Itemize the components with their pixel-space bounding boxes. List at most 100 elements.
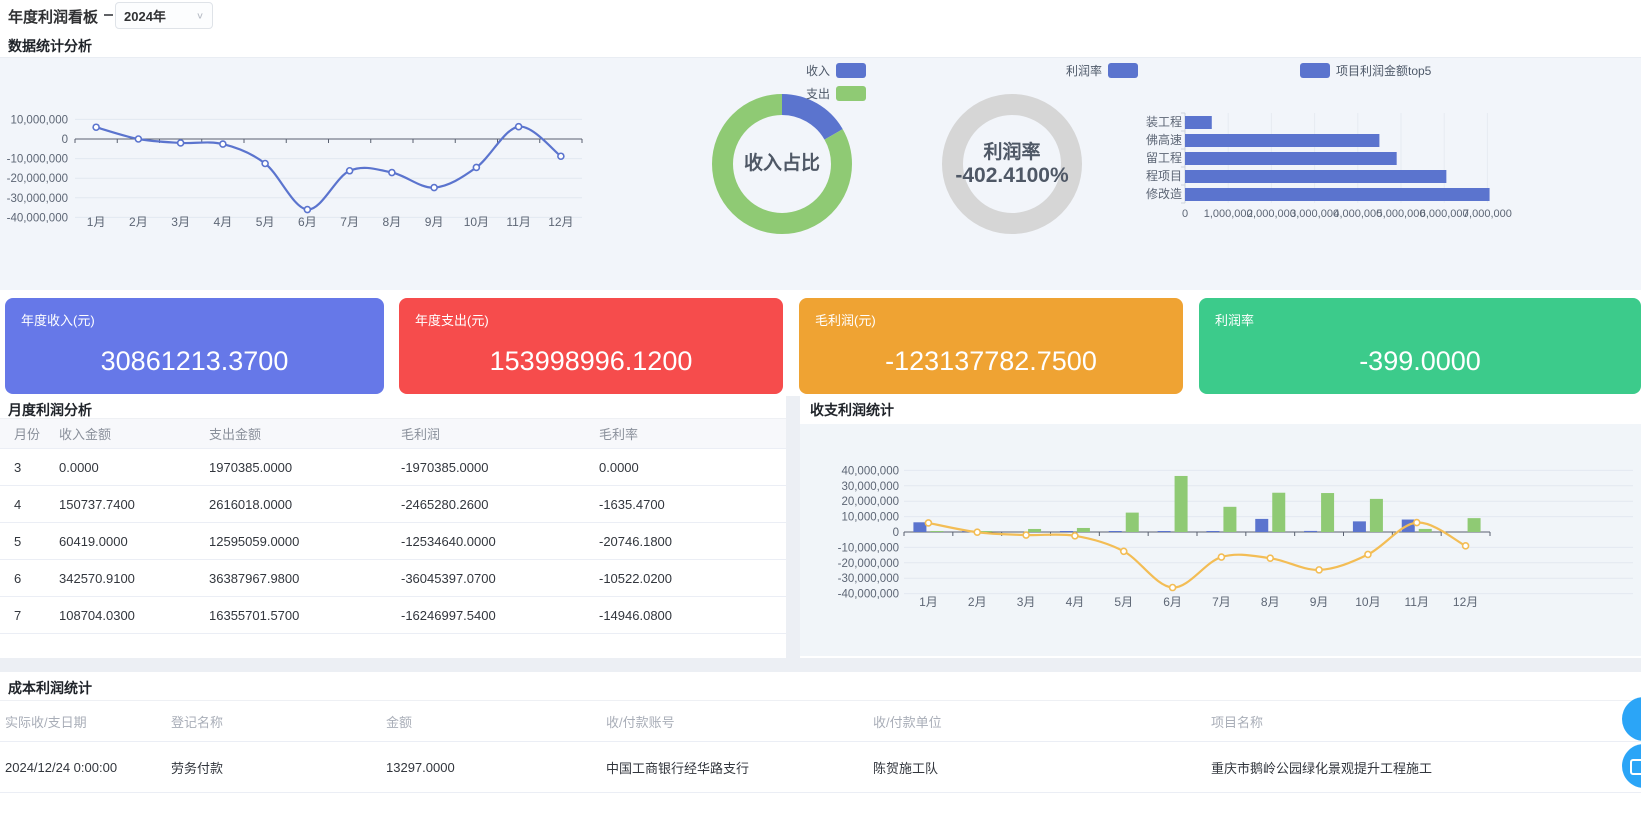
svg-text:6,000,000: 6,000,000: [1420, 208, 1469, 220]
svg-text:9月: 9月: [425, 215, 444, 229]
table-row: 6342570.910036387967.9800-36045397.0700-…: [0, 560, 786, 597]
col-account: 收/付款账号: [605, 701, 872, 742]
section-title-monthly: 月度利润分析: [8, 400, 92, 420]
svg-text:-40,000,000: -40,000,000: [838, 589, 899, 601]
panel-gap-horizontal: [0, 658, 1641, 672]
legend-income-swatch: [836, 63, 866, 78]
col-date: 实际收/支日期: [0, 701, 170, 742]
svg-text:1月: 1月: [87, 215, 106, 229]
kpi-card-annual-income: 年度收入(元) 30861213.3700: [5, 298, 384, 394]
svg-text:7,000,000: 7,000,000: [1463, 208, 1512, 220]
year-select-value: 2024年: [124, 6, 166, 25]
svg-text:11月: 11月: [506, 215, 530, 229]
svg-text:4月: 4月: [1066, 595, 1085, 609]
monthly-profit-table: 月份 收入金额 支出金额 毛利润 毛利率 30.00001970385.0000…: [0, 418, 786, 634]
kpi-income-value: 30861213.3700: [5, 346, 384, 377]
col-gross-rate: 毛利率: [598, 419, 786, 449]
bar-category-label: 程项目: [1132, 168, 1182, 184]
income-expense-legend: 收入 支出: [806, 62, 866, 102]
svg-text:10,000,000: 10,000,000: [841, 512, 899, 524]
svg-text:0: 0: [1182, 208, 1188, 220]
svg-text:1月: 1月: [919, 595, 938, 609]
cost-table-header-row: 实际收/支日期 登记名称 金额 收/付款账号 收/付款单位 项目名称: [0, 701, 1641, 742]
section-title-balance: 收支利润统计: [810, 400, 894, 420]
kpi-rate-label: 利润率: [1215, 310, 1254, 329]
kpi-card-annual-expense: 年度支出(元) 153998996.1200: [399, 298, 783, 394]
bar-category-label: 留工程: [1132, 150, 1182, 166]
svg-text:10月: 10月: [1355, 595, 1380, 609]
svg-text:6月: 6月: [298, 215, 317, 229]
kpi-expense-label: 年度支出(元): [415, 310, 489, 329]
kpi-card-profit-rate: 利润率 -399.0000: [1199, 298, 1641, 394]
kpi-expense-value: 153998996.1200: [399, 346, 783, 377]
svg-text:5月: 5月: [256, 215, 275, 229]
col-register-name: 登记名称: [170, 701, 385, 742]
panel-gap-vertical: [786, 396, 800, 658]
col-gross-profit: 毛利润: [400, 419, 598, 449]
legend-expense-swatch: [836, 86, 866, 101]
bar-category-label: 修改造: [1132, 186, 1182, 202]
kpi-gross-value: -123137782.7500: [799, 346, 1183, 377]
legend-item-income[interactable]: 收入: [806, 62, 866, 79]
svg-text:5月: 5月: [1114, 595, 1133, 609]
svg-text:10,000,000: 10,000,000: [10, 114, 68, 126]
title-divider-dash: [104, 14, 113, 16]
col-income: 收入金额: [58, 419, 208, 449]
section-title-stats: 数据统计分析: [8, 36, 92, 56]
table-row: 7108704.030016355701.5700-16246997.5400-…: [0, 597, 786, 634]
project-profit-top5-bar-chart: 01,000,0002,000,0003,000,0004,000,0005,0…: [1128, 80, 1640, 230]
svg-text:4月: 4月: [214, 215, 233, 229]
table-row: 4150737.74002616018.0000-2465280.2600-16…: [0, 486, 786, 523]
svg-text:3月: 3月: [1017, 595, 1036, 609]
legend-item-expense[interactable]: 支出: [806, 85, 866, 102]
col-project-name: 项目名称: [1210, 701, 1641, 742]
svg-text:11月: 11月: [1405, 595, 1429, 609]
kpi-rate-value: -399.0000: [1199, 346, 1641, 377]
svg-text:1,000,000: 1,000,000: [1204, 208, 1253, 220]
col-month: 月份: [0, 419, 58, 449]
legend-expense-label: 支出: [806, 85, 830, 102]
kpi-income-label: 年度收入(元): [21, 310, 95, 329]
svg-text:8月: 8月: [383, 215, 402, 229]
profit-rate-legend: 利润率: [1066, 62, 1138, 79]
legend-profit-rate-swatch: [1108, 63, 1138, 78]
svg-text:6月: 6月: [1163, 595, 1182, 609]
legend-income-label: 收入: [806, 62, 830, 79]
svg-text:-10,000,000: -10,000,000: [838, 542, 899, 554]
svg-text:3,000,000: 3,000,000: [1290, 208, 1339, 220]
legend-item-top5[interactable]: 项目利润金额top5: [1300, 62, 1431, 79]
legend-item-profit-rate[interactable]: 利润率: [1066, 62, 1138, 79]
svg-text:10月: 10月: [464, 215, 489, 229]
monthly-profit-panel: 月度利润分析 月份 收入金额 支出金额 毛利润 毛利率 30.000019703…: [0, 396, 786, 658]
year-select[interactable]: 2024年 ∨: [115, 2, 213, 29]
svg-text:7月: 7月: [340, 215, 359, 229]
col-amount: 金额: [385, 701, 605, 742]
feedback-form-icon: [1630, 759, 1641, 775]
legend-profit-rate-label: 利润率: [1066, 62, 1102, 79]
table-row: 2024/12/24 0:00:00 劳务付款 13297.0000 中国工商银…: [0, 742, 1641, 793]
svg-text:-20,000,000: -20,000,000: [838, 558, 899, 570]
top5-legend: 项目利润金额top5: [1300, 62, 1431, 79]
svg-text:5,000,000: 5,000,000: [1377, 208, 1426, 220]
monthly-table-header-row: 月份 收入金额 支出金额 毛利润 毛利率: [0, 419, 786, 449]
svg-text:-30,000,000: -30,000,000: [838, 573, 899, 585]
kpi-card-gross-profit: 毛利润(元) -123137782.7500: [799, 298, 1183, 394]
dashboard-root: 年度利润看板 2024年 ∨ 数据统计分析 10,000,000 0 -10,000…: [0, 0, 1641, 821]
col-expense: 支出金额: [208, 419, 400, 449]
profit-rate-donut-center-label: 利润率 -402.4100%: [932, 142, 1092, 187]
legend-top5-label: 项目利润金额top5: [1336, 62, 1431, 79]
cost-profit-table: 实际收/支日期 登记名称 金额 收/付款账号 收/付款单位 项目名称 2024/…: [0, 700, 1641, 793]
bar-category-label: 装工程: [1132, 114, 1182, 130]
income-ratio-donut-center-label: 收入占比: [702, 153, 862, 175]
page-title: 年度利润看板: [8, 6, 98, 27]
svg-text:-30,000,000: -30,000,000: [7, 193, 68, 205]
svg-text:40,000,000: 40,000,000: [841, 465, 899, 477]
svg-text:-10,000,000: -10,000,000: [7, 154, 68, 166]
svg-text:0: 0: [62, 134, 68, 146]
svg-text:9月: 9月: [1310, 595, 1329, 609]
svg-text:7月: 7月: [1212, 595, 1231, 609]
svg-text:2月: 2月: [129, 215, 148, 229]
svg-text:0: 0: [893, 527, 899, 539]
svg-text:-40,000,000: -40,000,000: [7, 212, 68, 224]
income-expense-profit-combo-chart: 40,000,00030,000,00020,000,00010,000,000…: [800, 424, 1641, 640]
